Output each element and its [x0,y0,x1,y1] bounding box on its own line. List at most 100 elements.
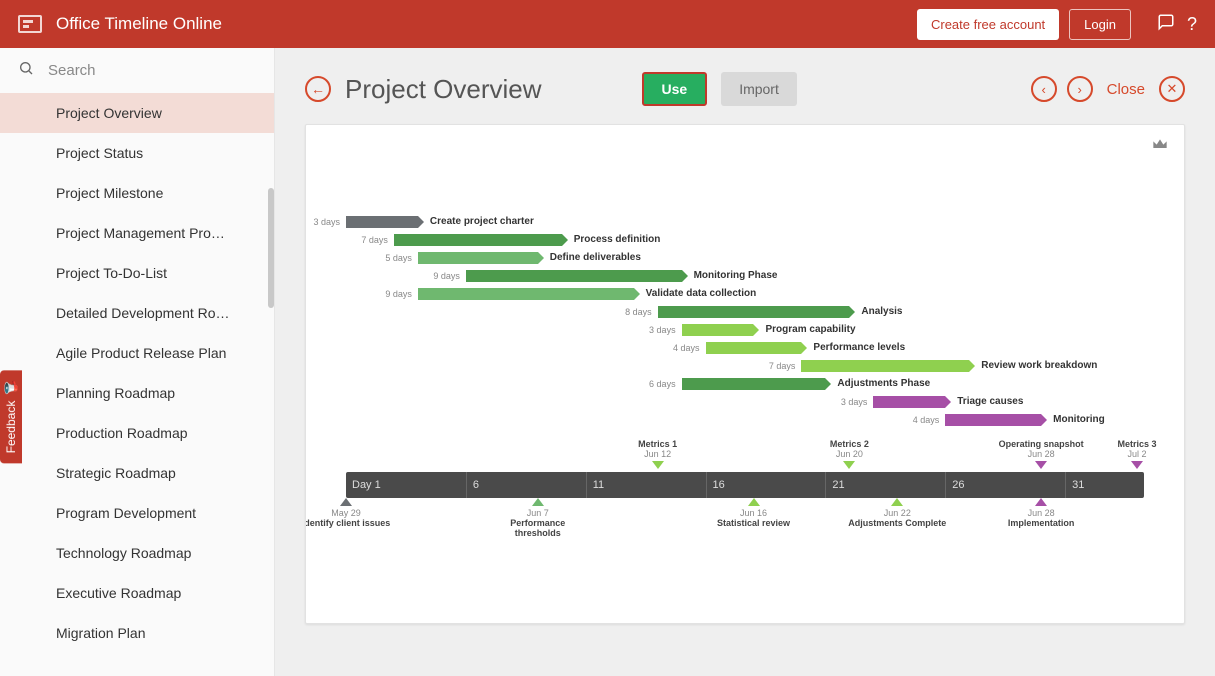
milestone-marker-above: Metrics 3Jul 2 [1087,439,1185,469]
task-label: Monitoring [1053,414,1105,425]
milestone-marker-below: Jun 16Statistical review [704,498,804,528]
gantt-task: 9 daysMonitoring Phase [466,269,682,283]
task-label: Analysis [861,306,902,317]
timescale: Day 1 6 11 16 21 26 31 [346,472,1144,498]
timescale-tick: 6 [466,472,479,498]
sidebar-item[interactable]: Detailed Development Ro… [0,293,274,333]
gantt-task: 3 daysProgram capability [682,323,754,337]
main-panel: ← Project Overview Use Import ‹ › Close … [275,48,1215,676]
sidebar-item[interactable]: Production Roadmap [0,413,274,453]
task-label: Process definition [574,234,661,245]
sidebar-item[interactable]: Project To-Do-List [0,253,274,293]
task-label: Program capability [765,324,855,335]
use-button[interactable]: Use [642,72,708,106]
timeline-preview: 3 daysCreate project charter7 daysProces… [305,124,1185,624]
app-header: Office Timeline Online Create free accou… [0,0,1215,48]
sidebar-item[interactable]: Planning Roadmap [0,373,274,413]
sidebar-item[interactable]: Agile Product Release Plan [0,333,274,373]
create-account-button[interactable]: Create free account [917,9,1059,40]
timescale-tick: Day 1 [346,472,381,498]
task-bar: Process definition [394,234,562,246]
gantt-area: 3 daysCreate project charter7 daysProces… [346,215,1144,435]
sidebar-item[interactable]: Migration Plan [0,613,274,653]
task-label: Performance levels [813,342,905,353]
import-button[interactable]: Import [721,72,797,106]
timescale-tick: 16 [706,472,725,498]
next-template-button[interactable]: › [1067,76,1093,102]
chat-icon[interactable] [1157,13,1175,36]
task-label: Adjustments Phase [837,378,930,389]
search-placeholder: Search [48,62,96,79]
task-duration: 9 days [385,289,412,299]
app-title: Office Timeline Online [56,14,222,34]
task-label: Validate data collection [646,288,757,299]
timescale-tick: 21 [825,472,844,498]
milestone-marker-below: May 29Identify client issues [305,498,396,528]
task-duration: 3 days [649,325,676,335]
gantt-task: 3 daysCreate project charter [346,215,418,229]
back-button[interactable]: ← [305,76,331,102]
sidebar-item[interactable]: Project Management Pro… [0,213,274,253]
sidebar-item[interactable]: Executive Roadmap [0,573,274,613]
milestone-marker-below: Jun 28Implementation [991,498,1091,528]
task-duration: 3 days [313,217,340,227]
task-duration: 6 days [649,379,676,389]
milestone-marker-below: Jun 7Performance thresholds [488,498,588,538]
milestone-marker-above: Operating snapshotJun 28 [991,439,1091,469]
gantt-task: 7 daysProcess definition [394,233,562,247]
task-label: Create project charter [430,216,534,227]
close-label[interactable]: Close [1107,81,1145,98]
timescale-tick: 11 [586,472,604,498]
page-title: Project Overview [345,74,542,105]
feedback-label: Feedback [4,401,18,454]
milestone-marker-below: Jun 22Adjustments Complete [847,498,947,528]
sidebar-item[interactable]: Project Status [0,133,274,173]
task-duration: 4 days [673,343,700,353]
milestone-marker-above: Metrics 1Jun 12 [608,439,708,469]
task-bar: Create project charter [346,216,418,228]
sidebar-item[interactable]: Project Overview [0,93,274,133]
task-duration: 7 days [769,361,796,371]
gantt-task: 3 daysTriage causes [873,395,945,409]
task-bar: Program capability [682,324,754,336]
gantt-task: 4 daysPerformance levels [706,341,802,355]
megaphone-icon: 📢 [4,380,18,395]
timescale-tick: 26 [945,472,964,498]
search-input[interactable]: Search [0,48,274,93]
task-bar: Validate data collection [418,288,634,300]
login-button[interactable]: Login [1069,9,1131,40]
sidebar-item[interactable]: Program Development [0,493,274,533]
task-bar: Monitoring Phase [466,270,682,282]
task-duration: 8 days [625,307,652,317]
template-sidebar: Search Project OverviewProject StatusPro… [0,48,275,676]
task-duration: 5 days [385,253,412,263]
prev-template-button[interactable]: ‹ [1031,76,1057,102]
app-logo-icon [18,15,42,33]
gantt-task: 9 daysValidate data collection [418,287,634,301]
close-button[interactable]: ✕ [1159,76,1185,102]
gantt-task: 8 daysAnalysis [658,305,850,319]
milestone-marker-above: Metrics 2Jun 20 [799,439,899,469]
sidebar-item[interactable]: Project Milestone [0,173,274,213]
gantt-task: 7 daysReview work breakdown [801,359,969,373]
task-bar: Review work breakdown [801,360,969,372]
help-icon[interactable]: ? [1187,14,1197,35]
sidebar-scrollbar[interactable] [268,188,274,308]
task-duration: 4 days [913,415,940,425]
task-label: Review work breakdown [981,360,1097,371]
task-bar: Performance levels [706,342,802,354]
feedback-tab[interactable]: Feedback 📢 [0,370,22,463]
premium-crown-icon [1152,137,1168,156]
task-duration: 9 days [433,271,460,281]
timescale-tick: 31 [1065,472,1084,498]
task-bar: Define deliverables [418,252,538,264]
title-row: ← Project Overview Use Import ‹ › Close … [305,72,1185,106]
task-duration: 3 days [841,397,868,407]
gantt-task: 5 daysDefine deliverables [418,251,538,265]
search-icon [18,60,34,81]
sidebar-item[interactable]: Strategic Roadmap [0,453,274,493]
task-label: Triage causes [957,396,1023,407]
task-bar: Triage causes [873,396,945,408]
sidebar-item[interactable]: Technology Roadmap [0,533,274,573]
gantt-task: 4 daysMonitoring [945,413,1041,427]
